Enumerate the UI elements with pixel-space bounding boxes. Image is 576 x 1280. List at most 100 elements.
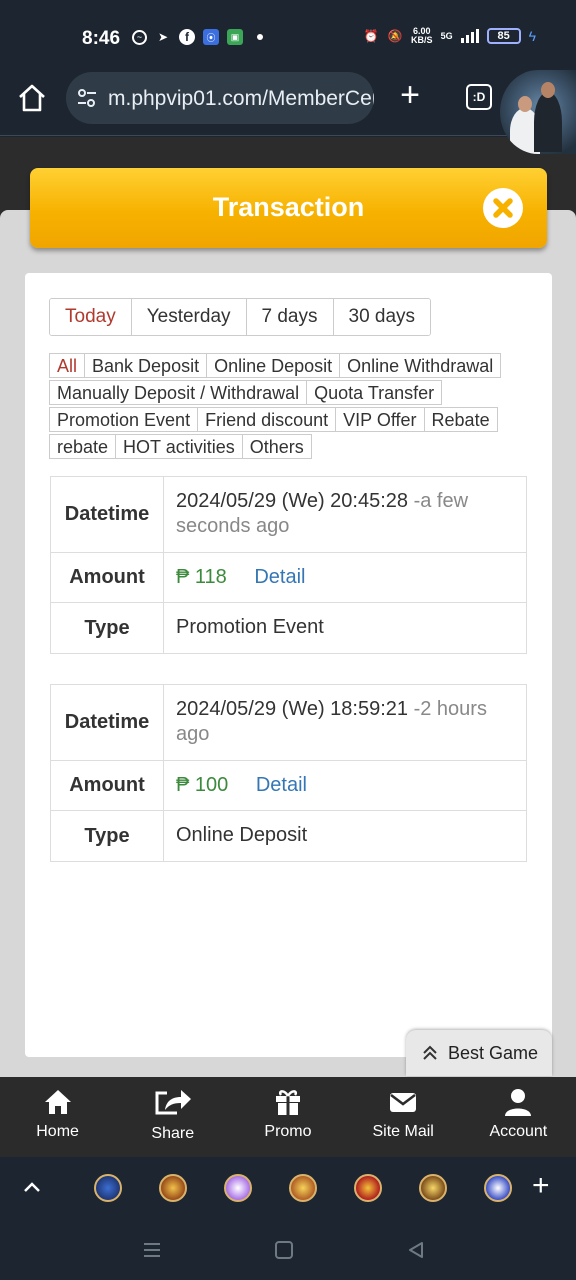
transaction-header: Transaction — [30, 168, 547, 248]
bottom-navigation: Home Share Promo Site Mail Account — [0, 1077, 576, 1157]
nav-account[interactable]: Account — [461, 1077, 576, 1157]
type-filter-all[interactable]: All — [49, 353, 86, 378]
transaction-record: Datetime 2024/05/29 (We) 18:59:21 -2 hou… — [50, 684, 527, 862]
date-filter-group: Today Yesterday 7 days 30 days — [49, 298, 432, 336]
type-filter-others[interactable]: Others — [241, 434, 312, 459]
add-shortcut-icon[interactable]: + — [532, 1171, 550, 1201]
system-icons: ⏰ 🔕 6.00 KB/S 5G 85 ϟ — [363, 27, 536, 45]
datetime-text: 2024/05/29 (We) 18:59:21 — [176, 698, 409, 720]
nav-home[interactable]: Home — [0, 1077, 115, 1157]
type-value: Online Deposit — [176, 824, 308, 846]
amount-label: Amount — [51, 553, 164, 602]
nav-promo-label: Promo — [264, 1123, 312, 1140]
nav-home-label: Home — [36, 1123, 79, 1140]
alarm-icon: ⏰ — [363, 29, 379, 43]
facebook-icon: f — [179, 29, 195, 45]
page-title: Transaction — [212, 192, 365, 222]
type-filter-quota-transfer[interactable]: Quota Transfer — [306, 380, 443, 405]
charging-icon: ϟ — [528, 28, 536, 44]
mail-icon — [390, 1093, 417, 1112]
type-value: Promotion Event — [176, 616, 324, 638]
network-speed: 6.00 KB/S — [411, 27, 433, 45]
home-icon[interactable] — [16, 82, 48, 114]
game-app-icon[interactable] — [94, 1174, 122, 1202]
nav-promo[interactable]: Promo — [230, 1077, 345, 1157]
best-game-label: Best Game — [448, 1043, 539, 1063]
messenger-icon: ~ — [132, 29, 147, 45]
speed-unit: KB/S — [411, 35, 433, 45]
type-filter-bank-deposit[interactable]: Bank Deposit — [84, 353, 208, 378]
signal-icon — [460, 29, 479, 43]
game-app-icon[interactable] — [484, 1174, 512, 1202]
nav-site-mail-label: Site Mail — [372, 1123, 434, 1140]
date-filter-today[interactable]: Today — [50, 299, 132, 335]
notification-icons: ~ ➤ f ⦿ ▣ — [132, 29, 263, 45]
type-filter-online-withdrawal[interactable]: Online Withdrawal — [339, 353, 502, 378]
url-text[interactable]: m.phpvip01.com/MemberCer — [108, 87, 374, 111]
double-chevron-up-icon — [423, 1045, 437, 1060]
telegram-icon: ➤ — [157, 30, 169, 44]
datetime-value: 2024/05/29 (We) 20:45:28 -a few seconds … — [164, 477, 526, 552]
status-time: 8:46 — [82, 28, 121, 49]
datetime-text: 2024/05/29 (We) 20:45:28 — [176, 490, 409, 512]
network-type: 5G — [440, 30, 453, 41]
profile-avatar[interactable] — [500, 70, 576, 154]
type-filter-rebate-lower[interactable]: rebate — [49, 434, 117, 459]
type-filter-rebate[interactable]: Rebate — [423, 407, 498, 432]
home-system-icon[interactable] — [274, 1240, 294, 1260]
game-app-icon[interactable] — [224, 1174, 252, 1202]
detail-link[interactable]: Detail — [256, 774, 307, 796]
type-filter-vip-offer[interactable]: VIP Offer — [335, 407, 425, 432]
nav-share-label: Share — [151, 1125, 195, 1142]
gift-icon — [275, 1090, 300, 1115]
nav-share[interactable]: Share — [115, 1077, 230, 1157]
amount-label: Amount — [51, 761, 164, 810]
recent-apps-icon[interactable] — [142, 1240, 162, 1260]
browser-toolbar: m.phpvip01.com/MemberCer + :D — [0, 70, 576, 154]
battery-icon: 85 — [486, 28, 521, 44]
type-filter-friend-discount[interactable]: Friend discount — [197, 407, 337, 432]
best-game-button[interactable]: Best Game — [406, 1030, 552, 1076]
nav-site-mail[interactable]: Site Mail — [346, 1077, 461, 1157]
date-filter-30-days[interactable]: 30 days — [333, 299, 431, 335]
back-icon[interactable] — [406, 1240, 426, 1260]
tab-switcher-button[interactable]: :D — [466, 84, 492, 110]
site-settings-icon[interactable] — [76, 87, 98, 109]
new-tab-icon[interactable]: + — [396, 78, 424, 112]
game-app-icon[interactable] — [159, 1174, 187, 1202]
close-button[interactable] — [483, 188, 523, 228]
nav-account-label: Account — [489, 1123, 548, 1140]
more-notifications-icon — [257, 34, 263, 40]
game-app-icon[interactable] — [354, 1174, 382, 1202]
type-filter-hot-activities[interactable]: HOT activities — [115, 434, 243, 459]
type-filter-manual[interactable]: Manually Deposit / Withdrawal — [49, 380, 308, 405]
amount-value: ₱ 118 Detail — [164, 553, 526, 602]
type-filter-group: All Bank Deposit Online Deposit Online W… — [49, 353, 519, 461]
type-label: Type — [51, 811, 164, 861]
address-bar[interactable]: m.phpvip01.com/MemberCer — [66, 72, 374, 124]
home-icon — [44, 1090, 71, 1114]
app-notification-icon: ⦿ — [203, 29, 219, 45]
date-filter-7-days[interactable]: 7 days — [246, 299, 334, 335]
type-filter-promotion-event[interactable]: Promotion Event — [49, 407, 199, 432]
close-icon — [493, 198, 513, 218]
amount-text: ₱ 118 — [176, 566, 227, 588]
transaction-card: Today Yesterday 7 days 30 days All Bank … — [25, 273, 552, 1057]
datetime-label: Datetime — [51, 477, 164, 552]
detail-link[interactable]: Detail — [254, 566, 305, 588]
datetime-label: Datetime — [51, 685, 164, 760]
amount-value: ₱ 100 Detail — [164, 761, 526, 810]
datetime-value: 2024/05/29 (We) 18:59:21 -2 hours ago — [164, 685, 526, 760]
chevron-up-icon[interactable] — [20, 1175, 44, 1199]
screen: 8:46 ~ ➤ f ⦿ ▣ ⏰ 🔕 6.00 KB/S 5G 85 ϟ m.p… — [0, 0, 576, 1280]
status-bar: 8:46 ~ ➤ f ⦿ ▣ ⏰ 🔕 6.00 KB/S 5G 85 ϟ — [0, 0, 576, 70]
game-app-icon[interactable] — [289, 1174, 317, 1202]
chat-app-icon: ▣ — [227, 29, 243, 45]
type-label: Type — [51, 603, 164, 653]
transaction-record: Datetime 2024/05/29 (We) 20:45:28 -a few… — [50, 476, 527, 654]
game-app-icon[interactable] — [419, 1174, 447, 1202]
amount-text: ₱ 100 — [176, 774, 229, 796]
date-filter-yesterday[interactable]: Yesterday — [131, 299, 247, 335]
app-shortcut-bar: + — [0, 1157, 576, 1221]
type-filter-online-deposit[interactable]: Online Deposit — [206, 353, 341, 378]
